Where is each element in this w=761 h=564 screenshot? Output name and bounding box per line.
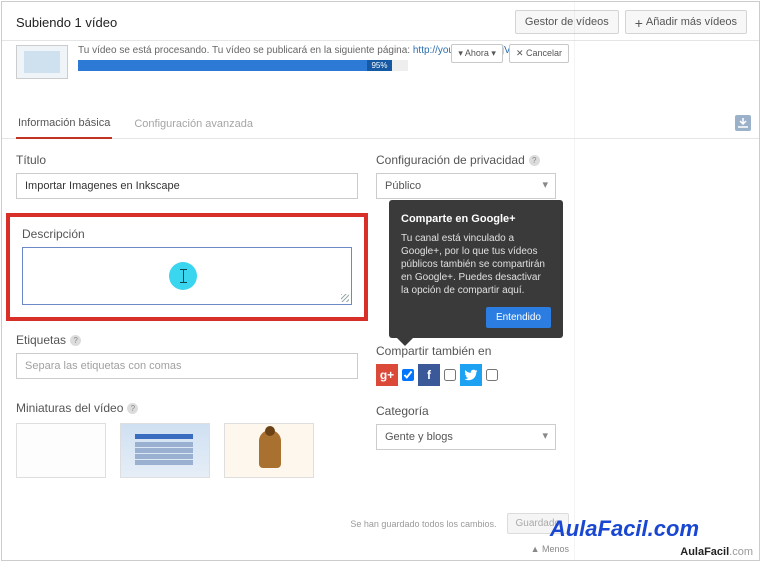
upload-status-text: Tu vídeo se está procesando. Tu vídeo se… <box>78 45 745 71</box>
privacy-label: Configuración de privacidad? <box>376 153 556 167</box>
upload-thumbnail <box>16 45 68 79</box>
tooltip-title: Comparte en Google+ <box>401 212 551 226</box>
description-highlight-box: Descripción <box>6 213 368 321</box>
facebook-checkbox[interactable] <box>444 369 456 381</box>
googleplus-icon[interactable]: g+ <box>376 364 398 386</box>
googleplus-checkbox[interactable] <box>402 369 414 381</box>
tooltip-arrow-icon <box>397 338 413 354</box>
saved-status-text: Se han guardado todos los cambios. <box>350 519 496 529</box>
help-icon[interactable]: ? <box>127 403 138 414</box>
description-textarea[interactable] <box>22 247 352 305</box>
description-label: Descripción <box>22 227 352 241</box>
thumbnail-option-2[interactable] <box>120 423 210 478</box>
title-input[interactable] <box>16 173 358 199</box>
category-select[interactable]: Gente y blogs <box>376 424 556 450</box>
thumbnails-label: Miniaturas del vídeo? <box>16 401 358 415</box>
thumbnail-option-3[interactable] <box>224 423 314 478</box>
tab-advanced-settings[interactable]: Configuración avanzada <box>132 112 255 138</box>
help-icon[interactable]: ? <box>529 155 540 166</box>
privacy-select[interactable]: Público <box>376 173 556 199</box>
page-title: Subiendo 1 vídeo <box>16 15 117 30</box>
tags-label: Etiquetas? <box>16 333 358 347</box>
video-manager-button[interactable]: Gestor de vídeos <box>515 10 619 34</box>
aulafacil-watermark: AulaFacil.com <box>550 516 699 542</box>
tooltip-understood-button[interactable]: Entendido <box>486 307 551 328</box>
twitter-checkbox[interactable] <box>486 369 498 381</box>
resize-handle-icon[interactable] <box>341 294 349 302</box>
category-label: Categoría <box>376 404 556 418</box>
add-more-videos-button[interactable]: +Añadir más vídeos <box>625 10 747 34</box>
tooltip-body: Tu canal está vinculado a Google+, por l… <box>401 232 551 297</box>
twitter-icon[interactable] <box>460 364 482 386</box>
upload-progress: 95% <box>78 60 408 71</box>
tags-input[interactable] <box>16 353 358 379</box>
cancel-button[interactable]: ✕ Cancelar <box>509 44 569 63</box>
tab-basic-info[interactable]: Información básica <box>16 111 112 139</box>
ahora-dropdown[interactable]: ▾ Ahora ▾ <box>451 44 503 63</box>
googleplus-tooltip: Comparte en Google+ Tu canal está vincul… <box>389 200 563 338</box>
help-icon[interactable]: ? <box>70 335 81 346</box>
collapse-menos-link[interactable]: ▲ Menos <box>16 544 569 554</box>
thumbnail-option-1[interactable] <box>16 423 106 478</box>
text-cursor-icon <box>169 262 197 290</box>
download-icon[interactable] <box>735 115 751 131</box>
title-label: Título <box>16 153 358 167</box>
facebook-icon[interactable]: f <box>418 364 440 386</box>
aulafacil-small-watermark: AulaFacil.com <box>680 546 753 558</box>
